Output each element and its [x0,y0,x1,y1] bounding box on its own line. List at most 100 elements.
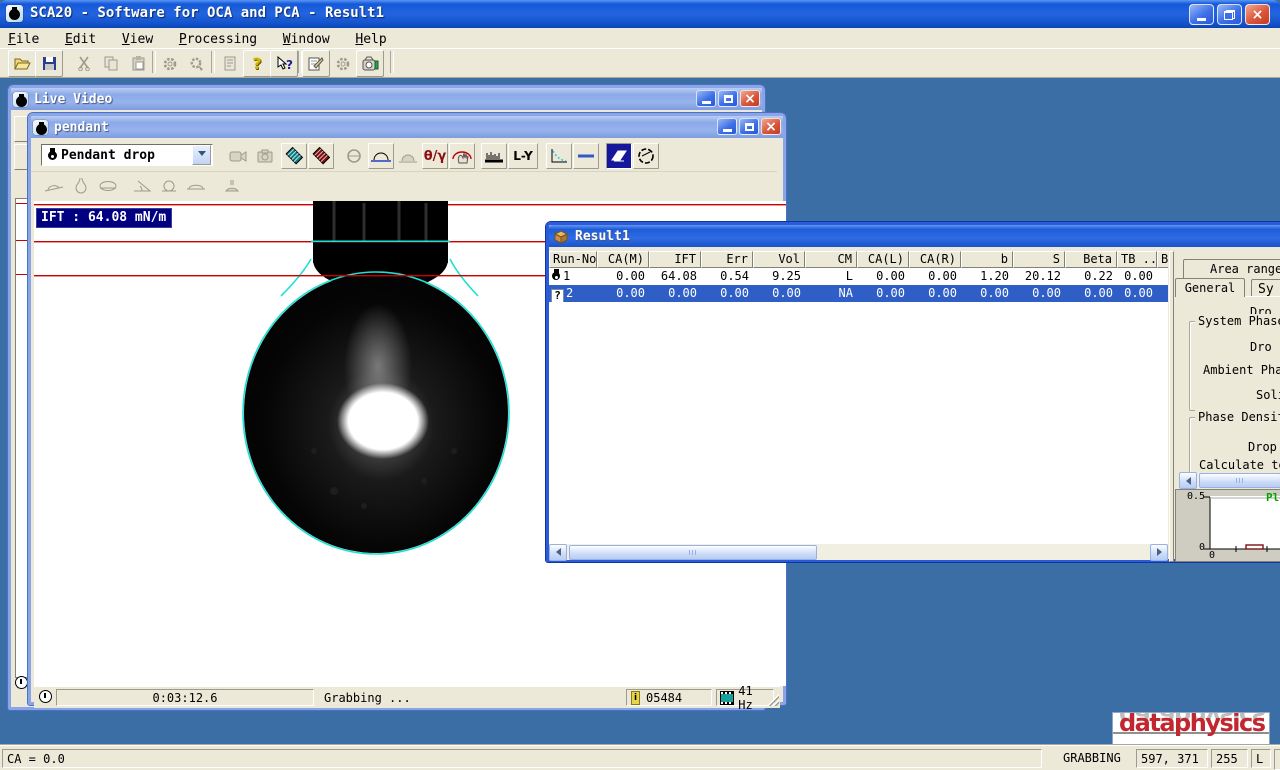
snapshot-camera-icon [257,149,274,163]
laplace-young-button[interactable]: L-Y [508,143,538,169]
menu-bar: File Edit View Processing Window Help [0,28,1280,49]
circle-outline-button[interactable] [633,143,659,169]
result-titlebar[interactable]: Result1 [549,225,1280,247]
column-header[interactable]: S [1013,251,1065,268]
cut-button[interactable] [70,50,98,77]
column-header[interactable]: Run-No [549,251,597,268]
column-header[interactable]: IFT [649,251,701,268]
pendant-titlebar[interactable]: pendant [31,116,783,138]
theta-gamma-button[interactable]: θ/γ [422,143,448,169]
column-header[interactable]: CA(R) [909,251,961,268]
open-button[interactable] [8,50,36,77]
settings-button[interactable] [156,50,184,77]
ambient-phase-label: Ambient Phase [1203,363,1280,377]
lv-minimize-button[interactable] [696,90,716,107]
baseline-button[interactable] [573,143,599,169]
film-red-button[interactable] [308,143,334,169]
needle-drop-button[interactable] [219,174,245,197]
tab-general[interactable]: General [1175,278,1245,297]
settings-gear-icon [162,56,178,72]
table-scrollbar [549,544,1168,560]
film-teal-button[interactable] [281,143,307,169]
acquire-button[interactable] [183,50,211,77]
tangent-method-button[interactable] [395,143,421,169]
menu-edit[interactable]: Edit [57,30,104,50]
lv-close-button[interactable] [740,90,760,107]
ellipse-method-button[interactable] [341,143,367,169]
sessile-tilted-button[interactable] [41,174,67,197]
process-button[interactable] [329,50,357,77]
curve-button[interactable] [546,143,572,169]
info-icon: i [631,691,640,705]
lv-maximize-button[interactable] [718,90,738,107]
column-header[interactable]: Err [701,251,753,268]
menu-processing[interactable]: Processing [171,30,265,50]
baseline-icon [577,152,595,160]
oval-drop-button[interactable] [95,174,121,197]
flat-drop-icon [186,180,206,192]
pd-maximize-button[interactable] [739,118,759,135]
status-empty-field [1274,749,1280,770]
magnify-icon [610,149,628,163]
pendant-drop-icon [552,272,560,280]
capture-button[interactable] [356,50,384,77]
help-button[interactable]: ? [243,50,271,77]
resize-grip[interactable] [767,694,779,706]
pd-minimize-button[interactable] [717,118,737,135]
minimize-button[interactable] [1189,4,1214,25]
column-header[interactable]: Vol [753,251,805,268]
scroll-left-button[interactable] [1179,472,1197,489]
application-window: SCA20 - Software for OCA and PCA - Resul… [0,0,1280,770]
pd-close-button[interactable] [761,118,781,135]
live-video-titlebar[interactable]: Live Video [11,88,762,110]
restore-button[interactable] [1217,4,1242,25]
panel-splitter[interactable] [1169,251,1174,562]
column-header[interactable]: CM [805,251,857,268]
plot-x-tick: 0 [1209,550,1215,561]
method-value: Pendant drop [61,148,155,163]
manual-method-button[interactable] [449,143,475,169]
tab-area-ranges[interactable]: Area ranges [1183,259,1280,278]
column-header[interactable]: BI [1157,251,1168,268]
menu-window[interactable]: Window [275,30,338,50]
result-window: Result1 Run-NoCA(M)IFTErrVolCMCA(L)CA(R)… [546,222,1280,562]
column-header[interactable]: CA(M) [597,251,649,268]
scroll-right-button[interactable] [1150,544,1168,561]
pendant-outline-button[interactable] [68,174,94,197]
context-help-button[interactable]: ? [270,50,298,77]
paste-button[interactable] [124,50,152,77]
close-button[interactable] [1245,4,1270,25]
scrollbar-thumb[interactable] [569,545,817,560]
clock-icon [39,690,52,703]
snapshot-button[interactable] [252,143,278,169]
status-message: Grabbing ... [324,691,411,705]
circle-method-button[interactable] [368,143,394,169]
menu-view[interactable]: View [114,30,161,50]
small-circle-button[interactable] [156,174,182,197]
column-header[interactable]: b [961,251,1013,268]
method-select[interactable]: Pendant drop [41,144,213,166]
column-header[interactable]: CA(L) [857,251,909,268]
phase-densities-label: Phase Densiti [1195,410,1280,424]
menu-file[interactable]: File [0,30,47,50]
column-header[interactable]: TB ... [1117,251,1157,268]
report-button[interactable] [302,50,330,77]
save-icon [42,56,57,71]
copy-button[interactable] [97,50,125,77]
angle-button[interactable] [129,174,155,197]
export-button[interactable] [216,50,244,77]
magnify-button[interactable] [606,143,632,169]
scrollbar-thumb[interactable] [1199,473,1280,488]
app-icon[interactable] [6,5,23,22]
column-header[interactable]: Beta [1065,251,1117,268]
table-row[interactable]: 10.0064.080.549.25L0.000.001.2020.120.22… [549,268,1168,285]
combo-dropdown-button[interactable] [192,145,211,165]
tab-system[interactable]: Sy [1251,279,1280,297]
menu-help[interactable]: Help [347,30,394,50]
video-camera-button[interactable] [225,143,251,169]
table-row-selected[interactable]: ?20.000.000.000.00NA0.000.000.000.000.00… [549,285,1168,302]
flat-drop-button[interactable] [183,174,209,197]
scroll-left-button[interactable] [549,544,567,561]
save-button[interactable] [35,50,63,77]
profile-histogram-button[interactable] [481,143,507,169]
